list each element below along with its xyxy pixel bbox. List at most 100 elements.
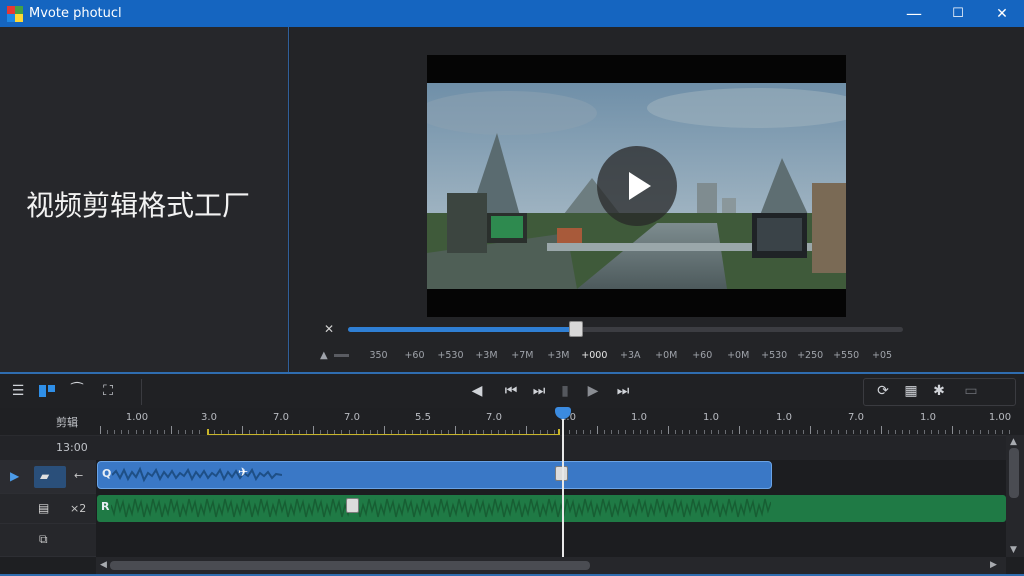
- step-forward-icon[interactable]: ⏭: [530, 382, 548, 400]
- tick-label: 1.00: [125, 412, 149, 423]
- track-lock-icon[interactable]: ←: [74, 469, 83, 482]
- ruler-tick: [937, 430, 939, 434]
- line-icon[interactable]: ⁀: [68, 382, 86, 400]
- tick-label: 7.0: [486, 412, 502, 423]
- play-icon[interactable]: ▶: [584, 382, 602, 400]
- ruler-tick: [192, 430, 194, 434]
- ruler-tick: [604, 430, 606, 434]
- ruler-tick: [149, 430, 151, 434]
- empty-track-area[interactable]: [96, 524, 1006, 557]
- ruler-tick: [242, 426, 243, 434]
- speed-mini-slider[interactable]: [333, 353, 349, 357]
- ruler-tick: [142, 430, 144, 434]
- speed-option[interactable]: +3M: [540, 350, 576, 361]
- tick-label: 5.5: [415, 412, 431, 423]
- fullscreen-icon[interactable]: ✕: [322, 322, 336, 336]
- speed-option[interactable]: +0M: [648, 350, 684, 361]
- vertical-scroll-thumb[interactable]: [1009, 448, 1019, 498]
- speed-option[interactable]: +3M: [468, 350, 504, 361]
- ruler-tick: [923, 430, 925, 434]
- preview-scrub-thumb[interactable]: [569, 321, 583, 337]
- add-track-icon[interactable]: ⧉: [39, 532, 48, 547]
- skip-back-icon[interactable]: ⏮: [502, 382, 520, 400]
- speed-option[interactable]: +530: [432, 350, 468, 361]
- timeline-ruler[interactable]: 剪辑 1.00 3.0 7.0 7.0 5.5 7.0 1.0 1.0 1.0 …: [0, 408, 1024, 435]
- ruler-tick: [1001, 430, 1003, 434]
- ruler-tick: [597, 426, 598, 434]
- scroll-right-icon[interactable]: ▶: [990, 560, 997, 570]
- speed-option[interactable]: +530: [756, 350, 792, 361]
- horizontal-scroll-thumb[interactable]: [110, 561, 590, 570]
- layout-icon[interactable]: [38, 382, 56, 400]
- menu-icon[interactable]: ☰: [9, 382, 27, 400]
- speed-option[interactable]: +7M: [504, 350, 540, 361]
- ruler-tick: [731, 430, 733, 434]
- audio-clip-handle[interactable]: [346, 498, 359, 513]
- ruler-tick: [774, 430, 776, 434]
- speed-option[interactable]: +0M: [720, 350, 756, 361]
- tick-label: 1.00: [988, 412, 1012, 423]
- speed-option[interactable]: +60: [397, 350, 433, 361]
- scroll-down-icon[interactable]: ▼: [1010, 545, 1017, 555]
- track-expand-icon[interactable]: ▶: [10, 469, 19, 483]
- ruler-tick: [696, 430, 698, 434]
- play-overlay-button[interactable]: [597, 146, 677, 226]
- speed-option[interactable]: +05: [864, 350, 900, 361]
- audio-track-header[interactable]: ▤ ×2: [0, 494, 96, 524]
- ruler-tick: [611, 430, 613, 434]
- speed-option[interactable]: +60: [684, 350, 720, 361]
- speed-option[interactable]: 350: [361, 350, 397, 361]
- ruler-tick: [675, 430, 677, 434]
- fast-forward-icon[interactable]: ⏭: [614, 382, 632, 400]
- video-track-header[interactable]: ▶ ▰ ←: [0, 460, 96, 494]
- ruler-tick: [888, 430, 890, 434]
- window-title: Mvote photucl: [29, 6, 122, 21]
- maximize-button[interactable]: ☐: [936, 0, 980, 27]
- video-preview[interactable]: [427, 55, 846, 317]
- ruler-tick: [973, 430, 975, 434]
- ruler-tick: [788, 430, 790, 434]
- ruler-tick: [384, 426, 385, 434]
- ruler-tick: [455, 426, 456, 434]
- grid-icon[interactable]: ▦: [902, 382, 920, 400]
- fit-icon[interactable]: ⛶: [99, 382, 117, 400]
- transport-divider: ▮: [561, 383, 569, 399]
- ruler-tick: [902, 430, 904, 434]
- scroll-up-icon[interactable]: ▲: [1010, 437, 1017, 447]
- video-track-icon[interactable]: ▰: [40, 469, 49, 483]
- ruler-tick: [810, 426, 811, 434]
- speed-option-active[interactable]: +000: [576, 350, 612, 361]
- preview-scrub-track[interactable]: [348, 327, 903, 332]
- toolbar-divider: [141, 379, 142, 405]
- ruler-tick: [660, 430, 662, 434]
- ruler-tick: [668, 426, 669, 434]
- ruler-tick: [632, 430, 634, 434]
- ruler-tick: [767, 430, 769, 434]
- scroll-left-icon[interactable]: ◀: [100, 560, 107, 570]
- ruler-tick: [824, 430, 826, 434]
- ruler-tick: [838, 430, 840, 434]
- loop-icon[interactable]: ⟳: [874, 382, 892, 400]
- minimize-button[interactable]: —: [892, 0, 936, 27]
- speed-option[interactable]: +250: [792, 350, 828, 361]
- ruler-tick: [1008, 430, 1010, 434]
- ruler-tick: [682, 430, 684, 434]
- audio-track-icon[interactable]: ▤: [38, 501, 49, 515]
- video-clip[interactable]: Q ✈: [97, 461, 772, 489]
- ruler-tick: [753, 430, 755, 434]
- empty-track-header[interactable]: ⧉: [0, 524, 96, 557]
- close-button[interactable]: ✕: [980, 0, 1024, 27]
- audio-waveform: [111, 498, 771, 518]
- screen-icon[interactable]: ▭: [962, 382, 980, 400]
- ruler-tick: [873, 430, 875, 434]
- ruler-tick: [114, 430, 116, 434]
- speed-option[interactable]: +3A: [612, 350, 648, 361]
- speed-option[interactable]: +550: [828, 350, 864, 361]
- tick-label: 1.0: [631, 412, 647, 423]
- star-icon[interactable]: ✱: [930, 382, 948, 400]
- ruler-tick: [987, 430, 989, 434]
- rewind-icon[interactable]: ◀: [468, 382, 486, 400]
- play-icon: [629, 172, 651, 200]
- audio-clip[interactable]: R: [97, 495, 1006, 522]
- playhead-line[interactable]: [562, 418, 564, 558]
